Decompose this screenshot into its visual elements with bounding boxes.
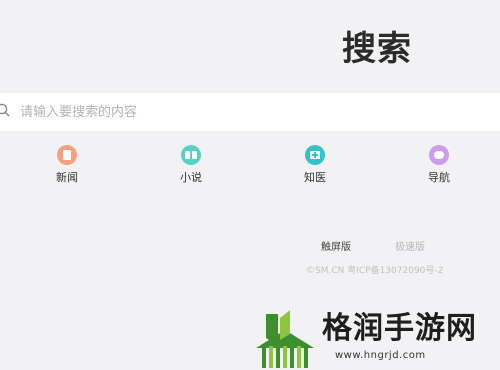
nav-label: 小说 — [180, 171, 202, 184]
news-icon — [57, 145, 77, 165]
nav-label: 导航 — [428, 171, 450, 184]
fast-version-link[interactable]: 极速版 — [395, 242, 425, 254]
copyright-text: ©SM.CN 粤ICP备13072090号-2 — [306, 266, 444, 276]
watermark-url: www.hngrjd.com — [335, 350, 426, 361]
search-input[interactable] — [20, 93, 490, 131]
search-icon[interactable] — [0, 103, 10, 117]
novel-icon — [181, 145, 201, 165]
nav-item-news[interactable]: 新闻 — [42, 145, 92, 185]
nav-item-navigation[interactable]: 导航 — [414, 145, 464, 185]
watermark-logo-icon — [256, 310, 314, 368]
navigation-icon — [429, 145, 449, 165]
nav-label: 新闻 — [56, 171, 78, 184]
touch-version-link[interactable]: 触屏版 — [321, 242, 351, 254]
nav-item-medical[interactable]: 知医 — [290, 145, 340, 185]
medical-icon — [305, 145, 325, 165]
search-logo: 搜索 — [342, 29, 412, 69]
search-home-page: 搜索 新闻 小说 知医 导航 触 — [0, 0, 500, 370]
nav-label: 知医 — [304, 171, 326, 184]
nav-item-novel[interactable]: 小说 — [166, 145, 216, 185]
watermark-title: 格润手游网 — [322, 311, 477, 346]
search-bar[interactable] — [0, 93, 500, 131]
